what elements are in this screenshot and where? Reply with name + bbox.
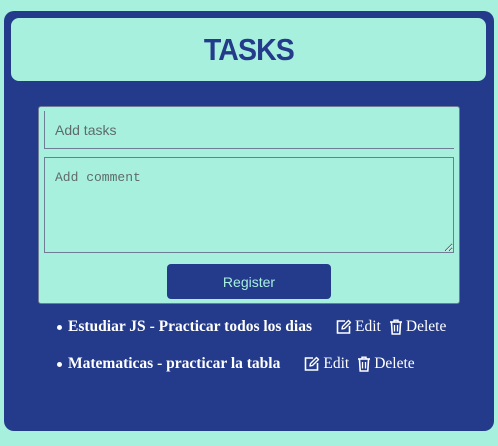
delete-button[interactable]: Delete [357,355,415,373]
edit-label: Edit [323,355,350,372]
trash-icon [358,356,371,372]
delete-label: Delete [405,318,447,335]
delete-button[interactable]: Delete [389,318,446,336]
edit-button[interactable]: Edit [335,318,381,336]
comment-textarea[interactable] [44,157,454,253]
page-title: TASKS [203,31,295,67]
task-separator: - [157,355,163,372]
edit-icon [305,356,320,371]
edit-label: Edit [355,318,381,335]
task-comment: Practicar todos los dias [158,318,313,335]
task-item: Matematicas - practicar la tabla Edit De… [56,354,446,374]
edit-icon [336,319,352,334]
trash-icon [389,319,402,335]
task-title: Estudiar JS [68,318,146,335]
task-form: Register [38,106,460,304]
edit-button[interactable]: Edit [303,355,349,373]
app-panel: TASKS Register Estudiar JS - Practicar t… [4,11,494,431]
header: TASKS [9,16,488,83]
task-input[interactable] [44,111,454,149]
delete-label: Delete [374,355,415,372]
task-list: Estudiar JS - Practicar todos los dias E… [56,317,446,391]
task-separator: - [149,318,155,335]
task-title: Matematicas [68,355,154,372]
task-item: Estudiar JS - Practicar todos los dias E… [56,317,446,337]
register-button[interactable]: Register [167,264,331,299]
task-comment: practicar la tabla [166,355,281,372]
